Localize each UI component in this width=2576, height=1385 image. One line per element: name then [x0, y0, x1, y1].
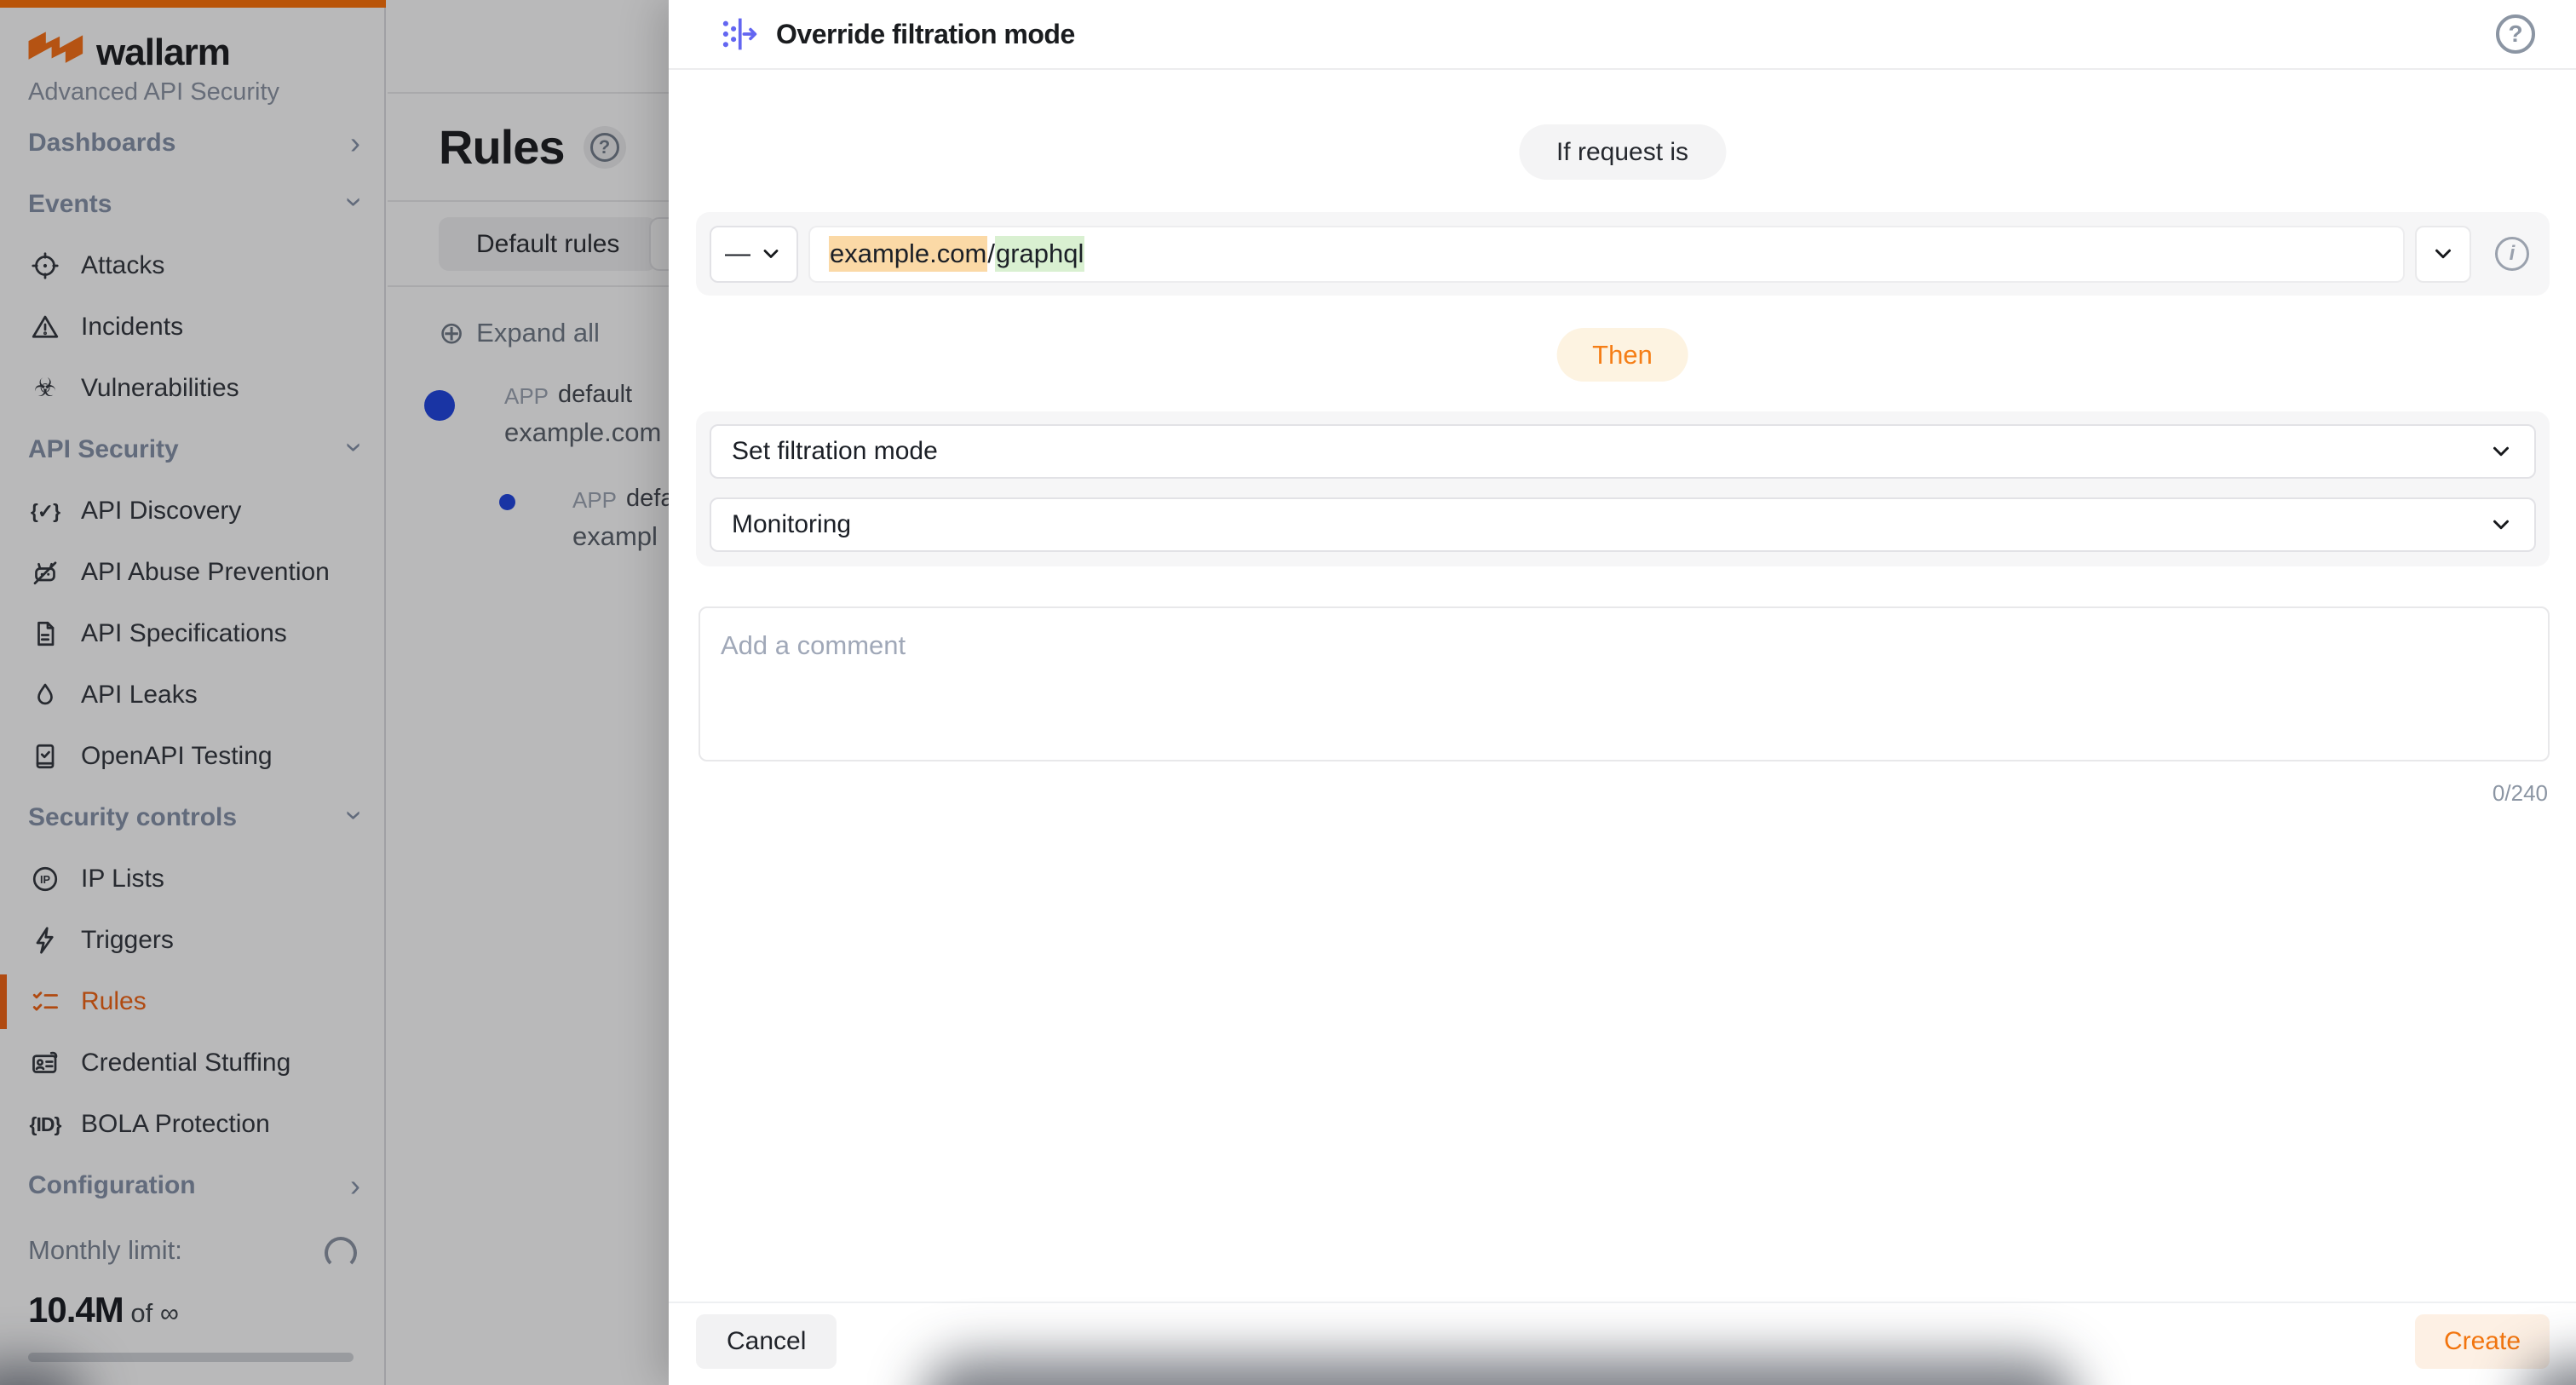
create-button[interactable]: Create [2415, 1314, 2550, 1369]
condition-operator-select[interactable]: — [710, 226, 798, 283]
if-request-is-pill: If request is [1519, 124, 1726, 180]
chevron-down-icon [759, 242, 783, 266]
comment-textarea[interactable] [699, 606, 2550, 761]
override-filtration-modal: Override filtration mode ? If request is… [669, 0, 2576, 1385]
filtration-mode-icon [720, 14, 759, 54]
cancel-button[interactable]: Cancel [696, 1314, 837, 1369]
action-type-select[interactable]: Set filtration mode [710, 424, 2536, 479]
condition-value-input[interactable]: example.com / graphql [808, 226, 2405, 283]
modal-footer: Cancel Create [669, 1302, 2576, 1385]
condition-expand-button[interactable] [2415, 226, 2471, 283]
host-token: example.com [829, 236, 987, 272]
chevron-down-icon [2488, 512, 2514, 537]
app-root: wallarm Advanced API Security Dashboards… [0, 0, 2576, 1385]
chevron-down-icon [2430, 241, 2456, 267]
modal-header: Override filtration mode ? [669, 0, 2576, 70]
action-group: Set filtration mode Monitoring [696, 411, 2550, 566]
modal-title: Override filtration mode [776, 19, 1075, 50]
path-token: graphql [995, 236, 1084, 272]
filtration-mode-select[interactable]: Monitoring [710, 497, 2536, 552]
condition-row: — example.com / graphql i [696, 212, 2550, 296]
char-counter: 0/240 [2493, 780, 2548, 807]
modal-help-button[interactable]: ? [2496, 14, 2535, 54]
comment-field-wrap [699, 606, 2550, 761]
chevron-down-icon [2488, 439, 2514, 464]
info-icon[interactable]: i [2495, 237, 2529, 271]
then-pill: Then [1556, 328, 1688, 382]
separator-token: / [987, 238, 995, 269]
